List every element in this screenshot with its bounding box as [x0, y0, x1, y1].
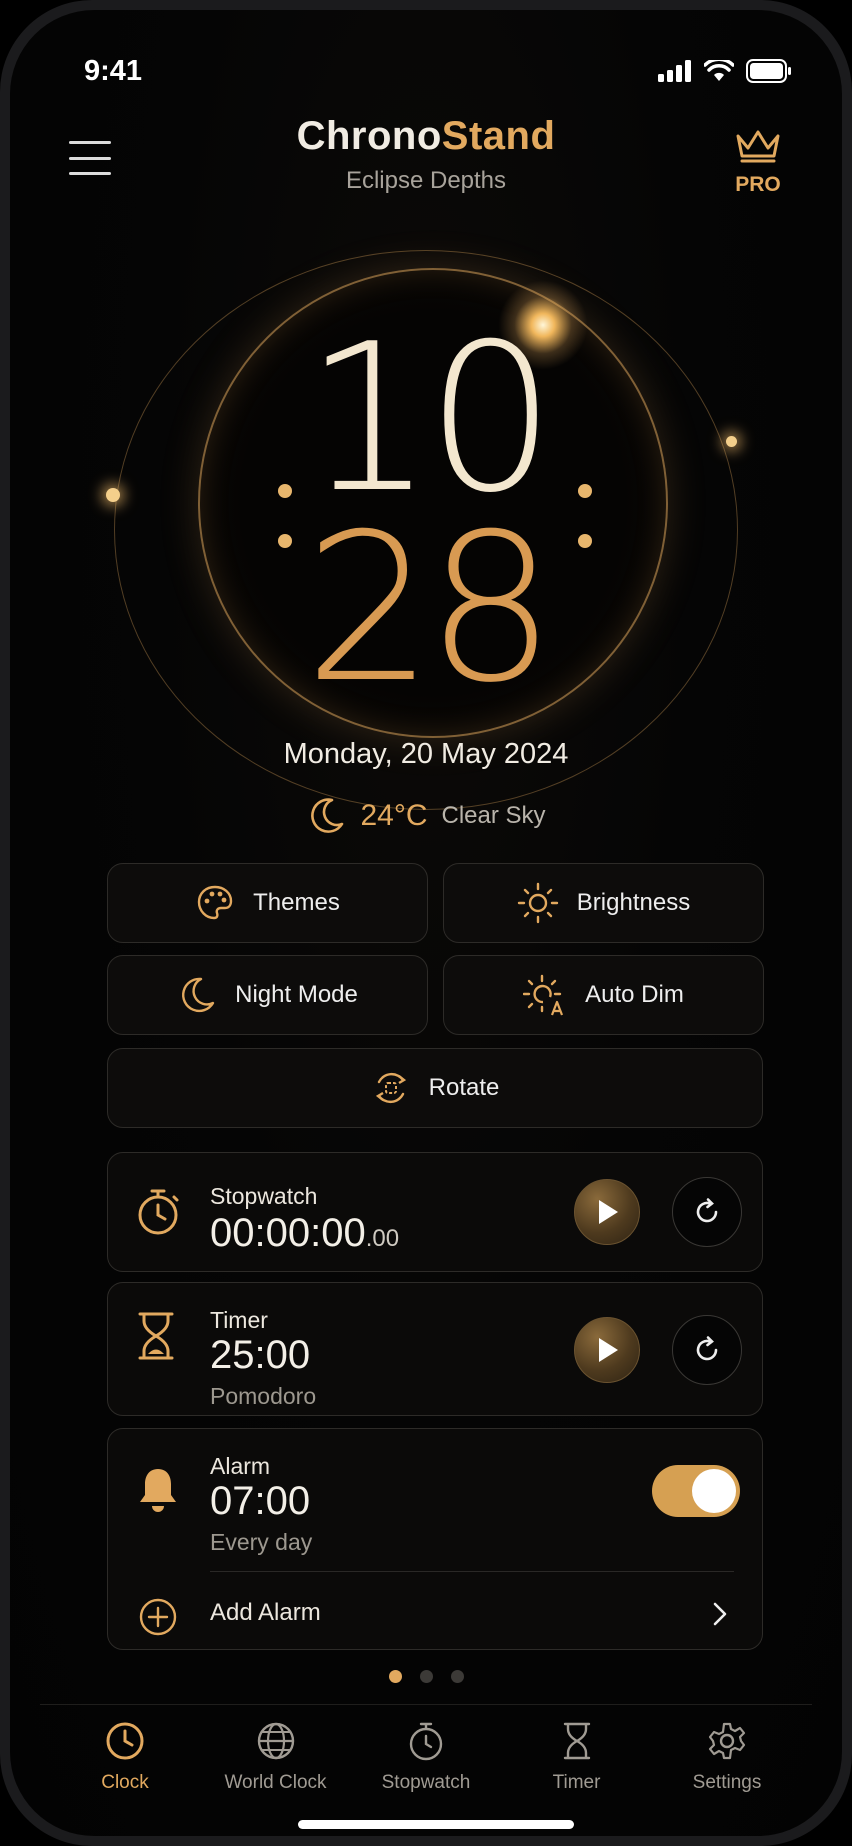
moon-icon	[311, 798, 344, 833]
auto-brightness-icon	[523, 974, 564, 1016]
timer-value: 25:00	[210, 1333, 311, 1377]
theme-name: Eclipse Depths	[345, 167, 507, 194]
add-circle-icon[interactable]	[138, 1597, 178, 1637]
alarm-time: 07:00	[210, 1479, 311, 1523]
stopwatch-time: 00:00:00	[210, 1211, 366, 1255]
alarm-divider	[210, 1571, 734, 1572]
clock-colon-dot	[578, 484, 592, 498]
clock-minutes: 28	[304, 491, 556, 728]
tab-stopwatch-label: Stopwatch	[381, 1772, 471, 1793]
status-bar: 9:41	[84, 54, 792, 88]
status-time: 9:41	[84, 54, 143, 87]
stopwatch-icon	[138, 1189, 179, 1235]
globe-icon	[257, 1722, 294, 1760]
pro-button[interactable]: PRO	[726, 128, 790, 197]
signal-icon	[658, 60, 691, 82]
sun-icon	[517, 882, 558, 924]
tab-bar-divider	[40, 1704, 812, 1705]
rotate-label: Rotate	[428, 1074, 500, 1101]
app-title-part2: Stand	[441, 114, 556, 158]
rotate-button[interactable]: Rotate	[107, 1048, 763, 1128]
chevron-right-icon[interactable]	[712, 1601, 728, 1627]
hourglass-icon	[563, 1722, 590, 1760]
status-icons	[658, 59, 792, 83]
stopwatch-reset-button[interactable]	[672, 1177, 742, 1247]
weather-temp: 24°C	[360, 799, 428, 832]
phone-frame: 9:41 ChronoStand Eclipse Depths PRO 10 2…	[0, 0, 852, 1846]
page-indicator	[10, 1670, 842, 1683]
alarm-card: Alarm 07:00 Every day Add Alarm	[107, 1428, 763, 1650]
brightness-label: Brightness	[576, 889, 691, 916]
stopwatch-fraction: .00	[365, 1225, 400, 1252]
clock-colon-dot	[278, 534, 292, 548]
timer-reset-button[interactable]	[672, 1315, 742, 1385]
battery-icon	[746, 59, 791, 83]
play-icon	[599, 1338, 618, 1362]
night-mode-button[interactable]: Night Mode	[107, 955, 428, 1035]
night-mode-label: Night Mode	[235, 981, 358, 1008]
themes-label: Themes	[253, 889, 340, 916]
tab-world-clock[interactable]: World Clock	[201, 1720, 351, 1810]
add-alarm-button[interactable]: Add Alarm	[210, 1599, 321, 1627]
home-indicator[interactable]	[298, 1820, 574, 1829]
tab-timer[interactable]: Timer	[502, 1720, 652, 1810]
alarm-toggle-knob	[692, 1469, 736, 1513]
palette-icon	[197, 885, 233, 920]
alarm-repeat: Every day	[210, 1529, 313, 1555]
clock-face: 10 28	[106, 198, 738, 810]
crown-icon	[736, 130, 780, 163]
weather-row: 24°C Clear Sky	[10, 796, 842, 836]
brightness-button[interactable]: Brightness	[443, 863, 764, 943]
alarm-label: Alarm	[210, 1453, 271, 1479]
stopwatch-label: Stopwatch	[210, 1183, 318, 1209]
wifi-icon	[704, 60, 734, 81]
play-icon	[599, 1200, 618, 1224]
hourglass-icon	[138, 1312, 174, 1360]
moon-icon	[182, 977, 215, 1013]
clock-colon-dot	[278, 484, 292, 498]
timer-play-button[interactable]	[574, 1317, 640, 1383]
app-title-part1: Chrono	[296, 114, 442, 158]
auto-dim-button[interactable]: Auto Dim	[443, 955, 764, 1035]
page-dot[interactable]	[450, 1670, 464, 1683]
timer-label: Timer	[210, 1307, 268, 1333]
clock-colon-dot	[578, 534, 592, 548]
reset-icon	[696, 1336, 718, 1361]
auto-dim-label: Auto Dim	[585, 981, 684, 1008]
gear-icon	[708, 1722, 746, 1760]
app-brand: ChronoStand Eclipse Depths	[10, 114, 842, 195]
page-dot-active[interactable]	[388, 1670, 402, 1683]
app-screen: 9:41 ChronoStand Eclipse Depths PRO 10 2…	[10, 10, 842, 1836]
tab-settings-label: Settings	[692, 1772, 762, 1793]
tab-clock-label: Clock	[101, 1772, 149, 1793]
tab-clock[interactable]: Clock	[50, 1720, 200, 1810]
rotate-icon	[375, 1072, 406, 1104]
current-date: Monday, 20 May 2024	[283, 738, 569, 770]
reset-icon	[696, 1198, 718, 1223]
pro-label: PRO	[735, 173, 781, 196]
tab-settings[interactable]: Settings	[652, 1720, 802, 1810]
tab-world-clock-label: World Clock	[224, 1772, 327, 1793]
stopwatch-play-button[interactable]	[574, 1179, 640, 1245]
tab-timer-label: Timer	[552, 1772, 601, 1793]
tab-stopwatch[interactable]: Stopwatch	[351, 1720, 501, 1810]
weather-condition: Clear Sky	[441, 802, 546, 829]
timer-card: Timer 25:00 Pomodoro	[107, 1282, 763, 1416]
stopwatch-value: 00:00:00.00	[210, 1211, 399, 1256]
stopwatch-icon	[409, 1722, 443, 1761]
timer-preset: Pomodoro	[210, 1383, 317, 1409]
themes-button[interactable]: Themes	[107, 863, 428, 943]
page-dot[interactable]	[419, 1670, 433, 1683]
stopwatch-card: Stopwatch 00:00:00.00	[107, 1152, 763, 1272]
tab-bar: Clock World Clock Stopwatch Timer Settin…	[50, 1720, 802, 1810]
clock-icon	[106, 1722, 144, 1760]
bell-icon	[140, 1469, 176, 1512]
app-title: ChronoStand	[10, 114, 842, 159]
alarm-toggle[interactable]	[652, 1465, 740, 1517]
